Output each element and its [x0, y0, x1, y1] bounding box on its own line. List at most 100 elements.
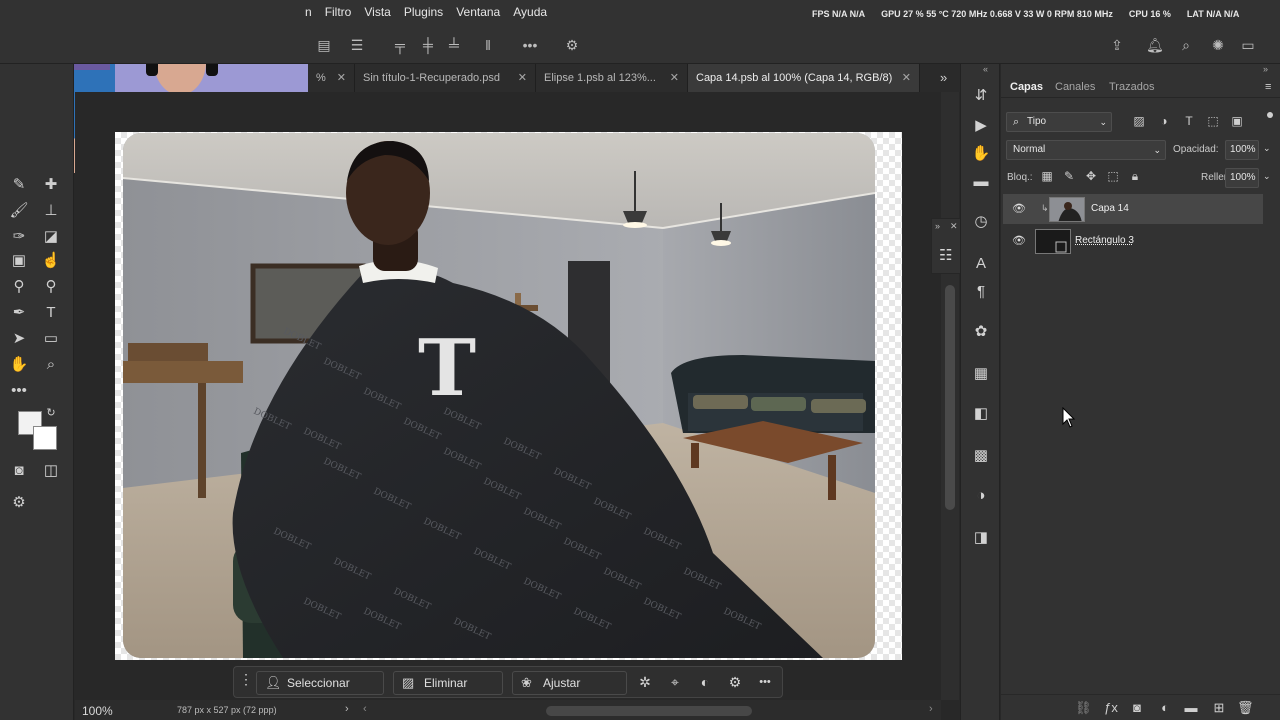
filter-pixel-icon[interactable]: ▨ [1131, 114, 1147, 128]
layer-row-capa-14[interactable]: 👁︎ ↳ Capa 14 [1003, 194, 1263, 224]
menu-vista[interactable]: Vista [364, 5, 390, 19]
new-group-icon[interactable]: ▬ [1183, 700, 1199, 716]
type-tool-icon[interactable]: T [40, 302, 62, 324]
drag-handle-icon[interactable]: ⋮ [239, 671, 253, 688]
tab-canales[interactable]: Canales [1055, 81, 1095, 93]
tool-presets-icon[interactable]: ✋ [971, 144, 991, 164]
tab-elipse[interactable]: Elipse 1.psb al 123%... ✕ [536, 64, 688, 92]
align-top-icon[interactable]: ╤ [392, 37, 408, 53]
swap-colors-icon[interactable]: ↻ [44, 406, 58, 420]
filter-toggle[interactable] [1267, 112, 1273, 118]
fill-input[interactable]: 100% [1225, 168, 1259, 188]
screen-mode-icon[interactable]: ◫ [40, 460, 62, 482]
fx-icon[interactable]: ƒx [1103, 700, 1119, 716]
transform-icon[interactable]: ⌖ [666, 673, 684, 691]
eraser-icon[interactable]: ◪ [40, 226, 62, 248]
tab-partial[interactable]: % ✕ [308, 64, 355, 92]
close-icon[interactable]: ✕ [518, 64, 527, 92]
background-color-swatch[interactable] [33, 426, 57, 450]
info-arrow-icon[interactable]: › [345, 703, 349, 715]
rectangle-tool-icon[interactable]: ▭ [40, 328, 62, 350]
panel-collapse-icon[interactable]: » [1263, 64, 1268, 74]
comments-icon[interactable]: ▬ [971, 172, 991, 192]
zoom-level[interactable]: 100% [82, 704, 113, 718]
eyedropper-icon[interactable]: ✎ [8, 174, 30, 196]
visibility-eye-icon[interactable]: 👁︎ [1012, 202, 1026, 215]
filter-smart-object-icon[interactable]: ▣ [1229, 114, 1245, 128]
align-middle-icon[interactable]: ╪ [420, 37, 436, 53]
quick-mask-icon[interactable]: ◙ [8, 460, 30, 482]
more-tools-icon[interactable]: ••• [8, 380, 30, 402]
artboard[interactable]: T DOBLET DOBLET DOBLET DOBLET DOBLET DOBLET DO… [115, 132, 902, 660]
layer-row-rectangulo-3[interactable]: 👁︎ Rectángulo 3 [1003, 226, 1263, 256]
gradient-icon[interactable]: ▣ [8, 250, 30, 272]
trash-icon[interactable]: 🗑︎ [1237, 700, 1254, 716]
search-icon[interactable]: ⌕ [1178, 37, 1194, 53]
hand-icon[interactable]: ✋ [8, 354, 30, 376]
history-icon[interactable]: ◷ [971, 212, 991, 232]
close-icon[interactable]: ✕ [902, 64, 911, 92]
filter-adjustment-icon[interactable]: ◑ [1156, 114, 1172, 128]
dodge-icon[interactable]: ⚲ [8, 276, 30, 298]
filter-shape-icon[interactable]: ⬚ [1205, 114, 1221, 128]
remove-background-button[interactable]: ▨ Eliminar fondo [393, 671, 503, 712]
more-icon[interactable]: ••• [756, 673, 774, 691]
history-brush-icon[interactable]: ✑ [8, 226, 30, 248]
layer-name[interactable]: Capa 14 [1091, 203, 1129, 214]
panel-menu-icon[interactable]: ≡ [1265, 81, 1271, 93]
horizontal-scroll-thumb[interactable] [546, 706, 752, 716]
menu-ayuda[interactable]: Ayuda [513, 5, 547, 19]
tab-sin-titulo[interactable]: Sin título-1-Recuperado.psd ✕ [355, 64, 536, 92]
paragraph-icon[interactable]: ¶ [971, 282, 991, 302]
bell-icon[interactable]: 🔔︎ [1146, 37, 1164, 53]
menu-ventana[interactable]: Ventana [456, 5, 500, 19]
lock-artboard-icon[interactable]: ⬚ [1105, 169, 1121, 183]
tab-capas[interactable]: Capas [1010, 81, 1043, 93]
lock-position-icon[interactable]: ✥ [1083, 169, 1099, 183]
tab-trazados[interactable]: Trazados [1109, 81, 1154, 93]
path-select-icon[interactable]: ➤ [8, 328, 30, 350]
scroll-right-icon[interactable]: › [929, 703, 933, 715]
new-layer-icon[interactable]: ⊞ [1211, 700, 1227, 716]
visibility-eye-icon[interactable]: 👁︎ [1012, 234, 1026, 247]
adjust-colors-button[interactable]: ❀ Ajustar colores [512, 671, 627, 712]
menu-edit-partial[interactable]: n [305, 5, 312, 19]
align-left-icon[interactable]: ▤ [316, 37, 332, 53]
fill-chevron-icon[interactable]: ⌄ [1263, 171, 1271, 182]
color-icon[interactable]: ✿ [971, 322, 991, 342]
link-layers-icon[interactable]: ⛓ [1075, 700, 1092, 716]
vertical-scroll-thumb[interactable] [945, 285, 955, 510]
menu-filtro[interactable]: Filtro [325, 5, 352, 19]
play-actions-icon[interactable]: ▶ [971, 116, 991, 136]
gear-icon[interactable]: ⚙ [564, 37, 580, 53]
menu-plugins[interactable]: Plugins [404, 5, 443, 19]
pen-icon[interactable]: ✒ [8, 302, 30, 324]
align-center-icon[interactable]: ☰ [349, 37, 365, 53]
tabs-overflow-icon[interactable]: » [940, 70, 947, 85]
gradients-icon[interactable]: ◧ [971, 404, 991, 424]
smudge-icon[interactable]: ☝ [40, 250, 62, 272]
sliders-icon[interactable]: ☷ [939, 246, 952, 264]
lock-transparency-icon[interactable]: ▦ [1039, 169, 1055, 183]
collapse-icon[interactable]: « [983, 64, 988, 74]
lock-pixels-icon[interactable]: ✎ [1061, 169, 1077, 183]
settings-tools-icon[interactable]: ⚙ [8, 492, 30, 514]
expand-icon[interactable]: » [935, 221, 940, 231]
add-mask-icon[interactable]: ◙ [1129, 700, 1145, 716]
tab-capa-14[interactable]: Capa 14.psb al 100% (Capa 14, RGB/8) ✕ [688, 64, 920, 92]
libraries-icon[interactable]: ◨ [971, 528, 991, 548]
settings-icon[interactable]: ✲ [636, 673, 654, 691]
filter-icon[interactable]: ⚙ [726, 673, 744, 691]
share-icon[interactable]: ⇪ [1109, 37, 1125, 53]
close-icon[interactable]: ✕ [950, 221, 958, 232]
opacity-chevron-icon[interactable]: ⌄ [1263, 143, 1271, 154]
select-subject-button[interactable]: 👤︎ Seleccionar sujeto [256, 671, 384, 712]
layer-filter-select[interactable]: ⌕ Tipo ⌄ [1006, 112, 1112, 132]
stamp-icon[interactable]: ⊥ [40, 200, 62, 222]
new-adjustment-icon[interactable]: ◐ [1157, 700, 1173, 716]
opacity-input[interactable]: 100% [1225, 140, 1259, 160]
blend-mode-select[interactable]: Normal ⌄ [1006, 140, 1166, 160]
zoom-icon[interactable]: ⌕ [40, 354, 62, 376]
scroll-left-icon[interactable]: ‹ [363, 703, 367, 715]
layer-name[interactable]: Rectángulo 3 [1075, 235, 1134, 246]
